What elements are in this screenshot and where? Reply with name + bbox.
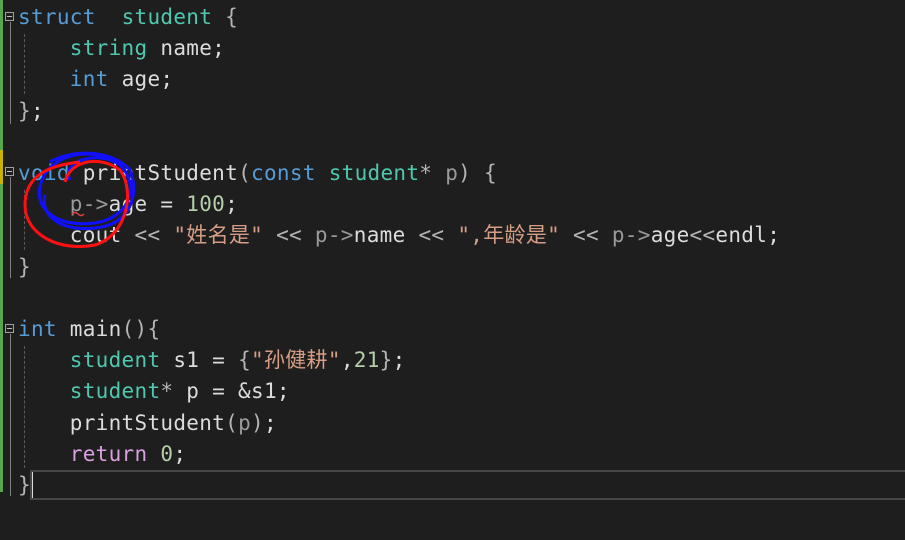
code-token: ( — [225, 410, 239, 435]
code-token: int — [69, 67, 109, 92]
code-token: printStudent — [82, 161, 239, 185]
code-token: { — [212, 5, 239, 29]
unsaved-change-indicator — [0, 150, 3, 184]
code-token: << — [560, 223, 612, 248]
code-token: ; — [392, 348, 406, 373]
code-token: p = &s1; — [173, 379, 290, 404]
code-token: string — [69, 36, 148, 61]
code-token: student — [328, 161, 420, 185]
code-line[interactable]: student* p = &s1; — [18, 376, 290, 407]
code-token: } — [18, 98, 31, 123]
code-token: return — [69, 441, 148, 466]
code-token: age — [650, 223, 690, 248]
code-token: s1 = — [160, 348, 239, 373]
code-token: << — [418, 223, 458, 248]
code-token: ; — [263, 410, 277, 435]
code-token: } — [379, 348, 393, 373]
code-token: cout — [69, 223, 135, 248]
code-token: void — [18, 161, 70, 185]
code-token: * — [160, 379, 174, 404]
code-token: student — [121, 5, 213, 29]
code-line[interactable]: student s1 = {"孙健耕",21}; — [18, 345, 406, 376]
code-token: p-> — [611, 223, 651, 248]
collapse-struct-icon[interactable] — [5, 12, 14, 21]
code-token: name — [353, 223, 419, 248]
current-line-highlight — [30, 470, 905, 500]
code-line[interactable]: } — [18, 252, 31, 283]
code-line[interactable]: return 0; — [18, 439, 186, 470]
code-token: p-> — [314, 223, 354, 248]
code-line[interactable]: void printStudent(const student* p) { — [18, 158, 497, 189]
code-token: { — [238, 348, 252, 373]
code-token: , — [340, 348, 354, 373]
code-token: "姓名是" — [173, 223, 264, 248]
code-token: 0 — [160, 441, 174, 466]
code-token: << — [263, 223, 315, 248]
code-line[interactable]: printStudent(p); — [18, 408, 277, 439]
code-token: ( — [238, 161, 252, 185]
code-token: age; — [108, 67, 174, 92]
fold-line — [10, 334, 11, 496]
code-token: << — [134, 223, 174, 248]
code-token: ; — [173, 441, 187, 466]
code-token: "孙健耕" — [251, 348, 341, 373]
code-token: ; — [225, 192, 239, 217]
code-line[interactable]: p->age = 100; — [18, 189, 238, 220]
code-line[interactable]: struct student { — [18, 2, 238, 33]
code-token: } — [18, 254, 31, 279]
code-token: p-> — [69, 192, 109, 217]
code-line[interactable]: int age; — [18, 64, 173, 95]
code-token: main — [56, 317, 122, 341]
code-token: student — [69, 379, 161, 404]
code-token: 21 — [353, 348, 380, 373]
code-line[interactable]: }; — [18, 96, 44, 127]
code-token: const — [251, 161, 316, 185]
code-token: * — [419, 161, 433, 185]
code-line[interactable]: } — [18, 470, 31, 501]
code-token: p — [432, 161, 459, 185]
fold-line — [10, 22, 11, 124]
code-token: } — [18, 473, 31, 497]
collapse-main-icon[interactable] — [5, 324, 14, 333]
collapse-function-icon[interactable] — [5, 167, 14, 176]
code-line[interactable]: cout << "姓名是" << p->name << ",年龄是" << p-… — [18, 220, 780, 251]
code-line[interactable]: string name; — [18, 33, 225, 64]
code-token: ) — [251, 410, 264, 435]
text-caret — [32, 472, 33, 498]
code-token: ) { — [458, 161, 497, 185]
change-indicator-bar — [0, 0, 3, 492]
code-token: 100 — [186, 192, 226, 217]
code-token: age = — [108, 192, 187, 217]
code-token: student — [69, 348, 161, 373]
code-token: printStudent — [69, 410, 226, 435]
fold-line — [10, 177, 11, 278]
code-token: ; — [30, 98, 44, 123]
code-token: name; — [147, 36, 226, 61]
code-token: struct — [18, 5, 96, 29]
code-token: ",年龄是" — [457, 223, 561, 248]
code-token: int — [18, 317, 57, 341]
code-token: p — [238, 410, 252, 435]
code-token: (){ — [121, 317, 161, 341]
code-token: << — [689, 223, 716, 248]
code-token: endl; — [715, 223, 781, 248]
code-line[interactable]: int main(){ — [18, 314, 160, 345]
